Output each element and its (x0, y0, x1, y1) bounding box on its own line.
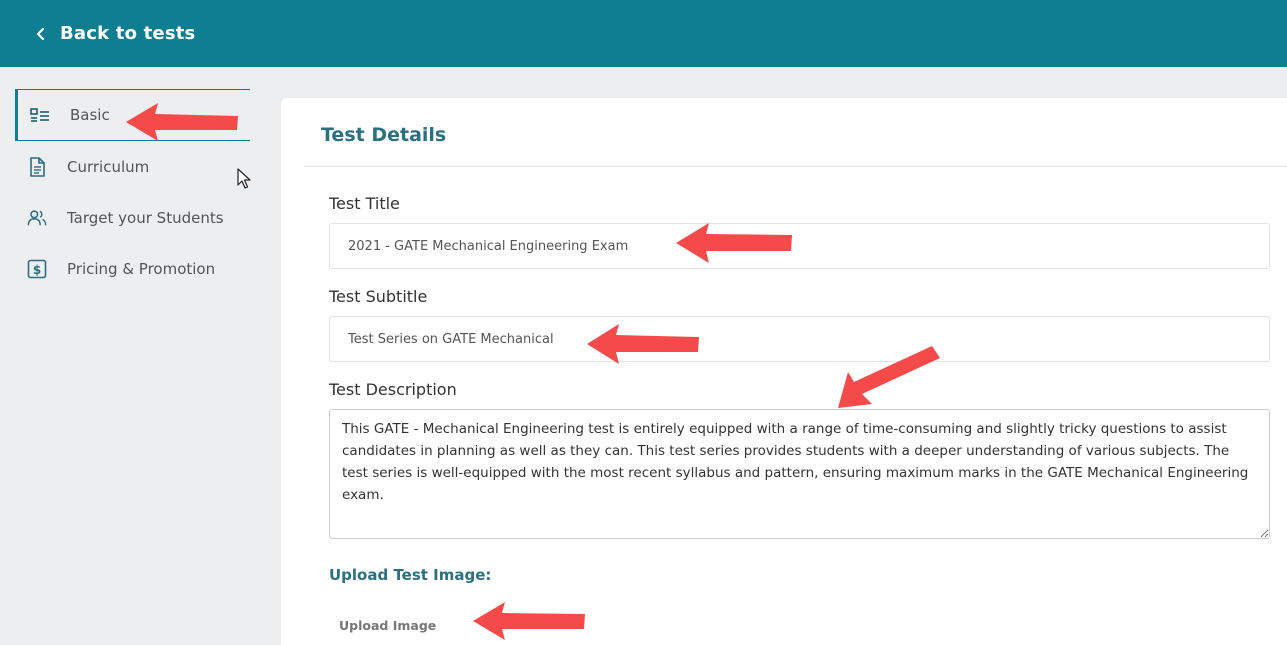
upload-image-button[interactable]: Upload Image (339, 618, 436, 633)
sidebar: Basic Curriculum Target your Students $ … (0, 67, 265, 645)
mouse-cursor-icon (237, 168, 251, 189)
test-subtitle-input[interactable] (329, 316, 1270, 362)
document-icon (27, 157, 47, 177)
users-icon (27, 208, 47, 228)
page-title: Test Details (321, 124, 447, 146)
test-details-card: Test Details Test Title Test Subtitle Te… (281, 98, 1287, 645)
test-subtitle-label: Test Subtitle (329, 287, 428, 306)
test-title-input[interactable] (329, 223, 1270, 269)
chevron-left-icon (36, 27, 45, 40)
sidebar-item-label: Target your Students (67, 209, 224, 227)
divider (304, 166, 1287, 167)
test-description-textarea[interactable]: This GATE - Mechanical Engineering test … (329, 409, 1270, 539)
sidebar-item-target-your-students[interactable]: Target your Students (15, 192, 250, 244)
sidebar-item-basic[interactable]: Basic (15, 89, 250, 141)
test-description-label: Test Description (329, 380, 457, 399)
dollar-icon: $ (27, 259, 47, 279)
upload-test-image-heading: Upload Test Image: (329, 566, 492, 584)
sidebar-item-label: Basic (70, 106, 110, 124)
back-to-tests-link[interactable]: Back to tests (34, 23, 195, 44)
sidebar-item-label: Curriculum (67, 158, 150, 176)
test-title-label: Test Title (329, 194, 400, 213)
sidebar-item-pricing-promotion[interactable]: $ Pricing & Promotion (15, 243, 250, 295)
basic-info-icon (30, 105, 50, 125)
back-to-tests-label: Back to tests (60, 23, 196, 44)
sidebar-item-label: Pricing & Promotion (67, 260, 216, 278)
top-bar: Back to tests (0, 0, 1287, 67)
sidebar-item-curriculum[interactable]: Curriculum (15, 141, 250, 193)
svg-text:$: $ (33, 263, 41, 277)
